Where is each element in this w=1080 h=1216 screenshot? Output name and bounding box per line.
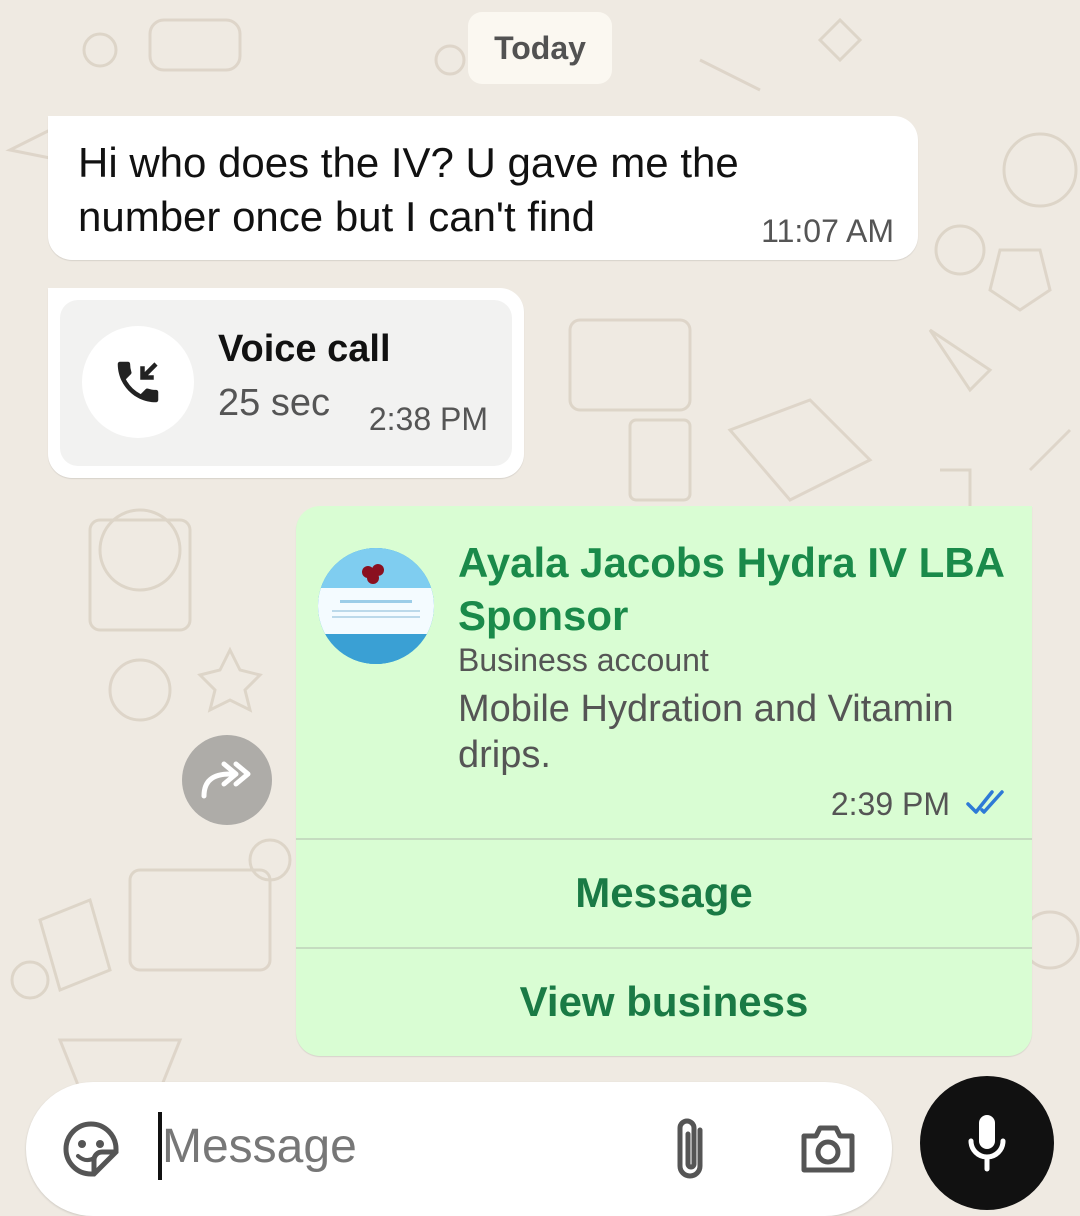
mic-icon <box>968 1115 1006 1172</box>
incoming-message-bubble[interactable]: Hi who does the IV? U gave me the number… <box>48 116 918 260</box>
call-timestamp: 2:38 PM <box>368 401 488 437</box>
voice-record-button[interactable] <box>920 1076 1054 1210</box>
contact-card-bubble[interactable]: Ayala Jacobs Hydra IV LBA Sponsor Busine… <box>296 506 1032 1056</box>
business-avatar[interactable] <box>318 548 434 664</box>
voice-call-bubble[interactable]: Voice call 25 sec 2:38 PM <box>48 288 524 478</box>
voice-call-card[interactable]: Voice call 25 sec 2:38 PM <box>60 300 512 466</box>
read-receipt-icon <box>966 790 1004 814</box>
message-text: Hi who does the IV? U gave me the number… <box>78 139 739 240</box>
forward-button[interactable] <box>182 735 272 825</box>
account-type: Business account <box>458 642 709 678</box>
business-description: Mobile Hydration and Vitamin drips. <box>458 688 954 776</box>
message-timestamp: 11:07 AM <box>761 213 894 249</box>
incoming-call-icon <box>82 326 194 438</box>
message-input[interactable] <box>162 1108 642 1184</box>
call-duration: 25 sec <box>218 382 330 424</box>
attach-icon[interactable] <box>670 1114 714 1184</box>
message-composer <box>26 1082 892 1216</box>
forward-icon <box>201 761 251 799</box>
view-business-button[interactable]: View business <box>296 949 1032 1055</box>
date-separator: Today <box>468 12 612 84</box>
sticker-icon[interactable] <box>58 1116 124 1182</box>
business-name[interactable]: Ayala Jacobs Hydra IV LBA Sponsor <box>458 536 1018 642</box>
message-timestamp: 2:39 PM <box>830 786 950 822</box>
camera-icon[interactable] <box>798 1120 858 1176</box>
message-business-button[interactable]: Message <box>296 840 1032 946</box>
call-title: Voice call <box>218 328 391 370</box>
